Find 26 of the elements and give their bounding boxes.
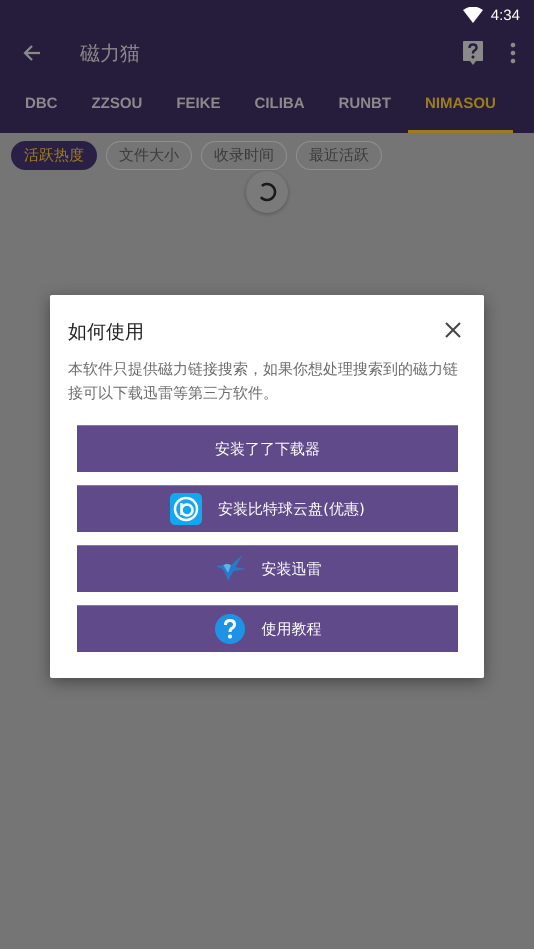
tab[interactable]: ZZSOU [74,76,160,133]
sort-chip[interactable]: 活跃热度 [11,141,97,170]
install-button[interactable]: 安装迅雷 [77,545,458,592]
more-options-icon[interactable] [510,42,516,64]
dialog-message: 本软件只提供磁力链接搜索，如果你想处理搜索到的磁力链接可以下载迅雷等第三方软件。 [68,359,458,404]
install-button[interactable]: 安装了了下载器 [77,425,458,472]
tutorial-button[interactable]: 使用教程 [77,605,458,652]
back-arrow-icon[interactable] [22,43,42,63]
tab[interactable]: NIMASOU [408,76,513,133]
tab[interactable]: RUNBT [322,76,408,133]
tab[interactable]: FEIKE [159,76,238,133]
clock-time: 4:34 [490,6,520,24]
sort-chip[interactable]: 最近活跃 [296,141,382,170]
wifi-icon [462,7,483,23]
help-icon[interactable] [462,40,484,66]
help-circle-icon [214,613,246,645]
sort-chip[interactable]: 收录时间 [201,141,287,170]
cloud-app-icon [170,493,202,525]
install-button[interactable]: 安装比特球云盘(优惠) [77,485,458,532]
tab[interactable]: CILIBA [238,76,322,133]
app-title: 磁力猫 [80,40,141,66]
sort-chip[interactable]: 文件大小 [106,141,192,170]
dialog-title: 如何使用 [68,320,144,345]
close-icon[interactable] [445,322,461,338]
loading-spinner [246,171,288,213]
tab[interactable]: DBC [8,76,74,133]
